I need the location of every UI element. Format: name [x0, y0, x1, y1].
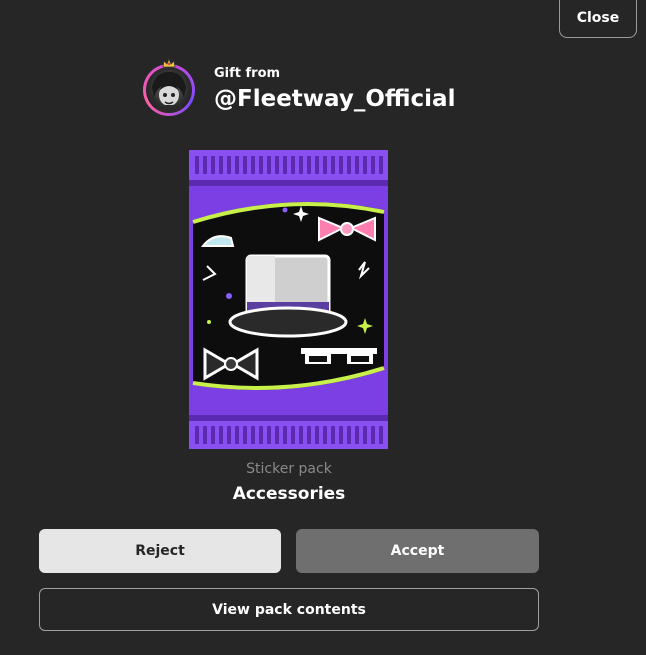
gift-dialog: Close Gift from @Fleetway_Official Stick…	[0, 0, 646, 655]
close-button[interactable]: Close	[559, 0, 637, 38]
gift-from-label: Gift from	[214, 66, 281, 81]
avatar[interactable]	[143, 58, 195, 116]
reject-button[interactable]: Reject	[39, 529, 281, 573]
pack-name: Accessories	[232, 484, 346, 504]
accept-button[interactable]: Accept	[296, 529, 539, 573]
avatar-image	[146, 67, 192, 113]
sticker-pack-image	[189, 150, 388, 449]
sender-info: Gift from @Fleetway_Official	[143, 58, 455, 116]
sender-username[interactable]: @Fleetway_Official	[214, 84, 455, 114]
pack-type-label: Sticker pack	[246, 461, 332, 477]
view-pack-contents-button[interactable]: View pack contents	[39, 588, 539, 631]
sender-text: Gift from @Fleetway_Official	[214, 66, 455, 114]
crown-icon	[162, 58, 176, 68]
